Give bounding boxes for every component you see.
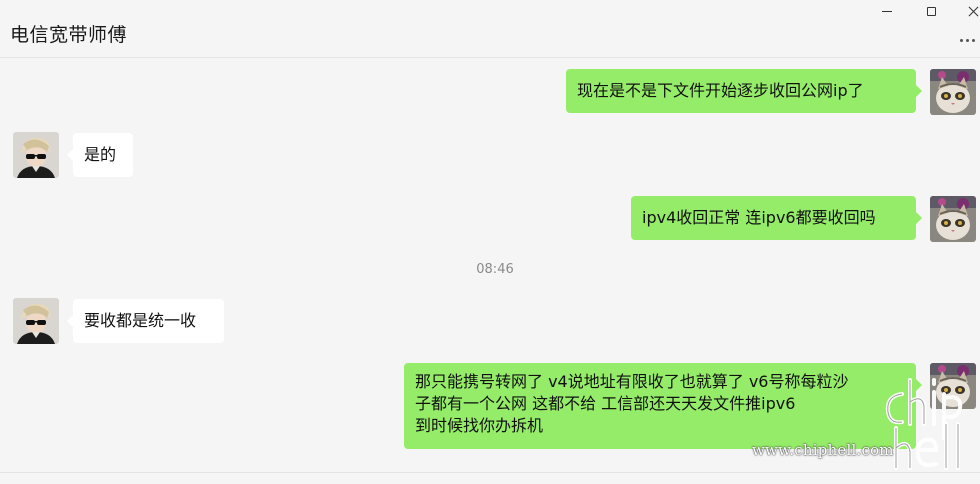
message-text: 要收都是统一收 — [84, 311, 197, 330]
person-avatar[interactable] — [13, 298, 59, 344]
close-icon[interactable] — [952, 0, 980, 22]
cat-avatar[interactable] — [930, 196, 976, 242]
message-text: 现在是不是下文件开始逐步收回公网ip了 — [577, 81, 864, 100]
cat-avatar[interactable] — [930, 69, 976, 115]
person-avatar[interactable] — [13, 132, 59, 178]
message-text: ipv4收回正常 连ipv6都要收回吗 — [642, 208, 876, 227]
bubble-tail — [916, 212, 922, 224]
message-bubble-outgoing[interactable]: 现在是不是下文件开始逐步收回公网ip了 — [566, 69, 916, 113]
message-line: 到时候找你办拆机 — [415, 416, 544, 435]
more-dots-icon[interactable] — [960, 36, 980, 44]
message-bubble-outgoing[interactable]: ipv4收回正常 连ipv6都要收回吗 — [631, 196, 916, 240]
message-bubble-incoming[interactable]: 是的 — [73, 133, 133, 177]
message-bubble-incoming[interactable]: 要收都是统一收 — [73, 299, 224, 343]
message-text: 是的 — [84, 145, 117, 164]
message-text: 那只能携号转网了 v4说地址有限收了也就算了 v6号称每粒沙 子都有一个公网 这… — [415, 371, 848, 437]
message-line: 子都有一个公网 这都不给 工信部还天天发文件推ipv6 — [415, 394, 796, 413]
title-bar: 电信宽带师傅 — [0, 0, 980, 58]
message-timestamp: 08:46 — [476, 262, 514, 277]
input-divider — [0, 472, 980, 473]
maximize-icon[interactable] — [910, 0, 952, 22]
bubble-tail — [916, 85, 922, 97]
chiphell-logo — [885, 378, 963, 470]
minimize-icon[interactable] — [866, 0, 908, 22]
watermark-url: www.chiphell.com — [752, 441, 894, 459]
message-line: 那只能携号转网了 v4说地址有限收了也就算了 v6号称每粒沙 — [415, 372, 849, 391]
chat-window: 电信宽带师傅 现在是不是下文件开始逐步收回公网ip了 是的 ipv4收回正常 连… — [0, 0, 980, 484]
chat-title: 电信宽带师傅 — [10, 24, 128, 46]
message-bubble-outgoing[interactable]: 那只能携号转网了 v4说地址有限收了也就算了 v6号称每粒沙 子都有一个公网 这… — [404, 363, 916, 449]
